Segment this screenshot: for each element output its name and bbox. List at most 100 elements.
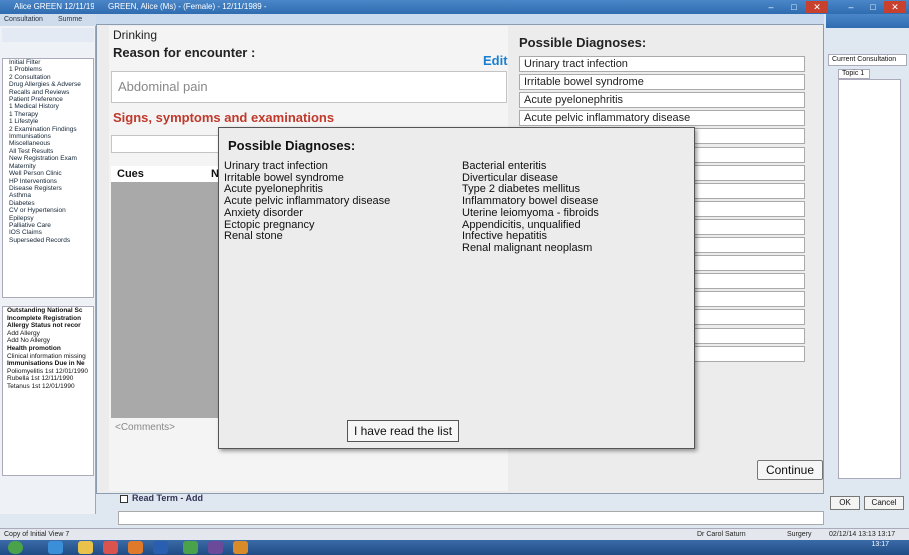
tree-item[interactable]: CV or Hypertension bbox=[3, 207, 93, 214]
alerts-panel: Outstanding National Sc Incomplete Regist… bbox=[2, 306, 94, 476]
tree-item[interactable]: Well Person Clinic bbox=[3, 170, 93, 177]
left-toolbar bbox=[2, 28, 94, 42]
media-icon[interactable] bbox=[103, 541, 118, 554]
current-consultation-tab[interactable]: Current Consultation bbox=[828, 54, 907, 66]
alert-item[interactable]: Add No Allergy bbox=[3, 337, 93, 345]
popup-diagnosis-item: Urinary tract infection bbox=[224, 160, 328, 172]
tree-item[interactable]: 1 Lifestyle bbox=[3, 118, 93, 125]
tree-item[interactable]: 1 Problems bbox=[3, 66, 93, 73]
close-icon[interactable]: ✕ bbox=[806, 1, 828, 13]
read-term-label[interactable]: Read Term - Add bbox=[132, 493, 203, 503]
tree-item[interactable]: IOS Claims bbox=[3, 229, 93, 236]
tree-item[interactable]: Diabetes bbox=[3, 200, 93, 207]
tree-item[interactable]: Recalls and Reviews bbox=[3, 89, 93, 96]
emis-icon[interactable] bbox=[208, 541, 223, 554]
tree-item[interactable]: 2 Examination Findings bbox=[3, 126, 93, 133]
word-icon[interactable] bbox=[153, 541, 168, 554]
alert-item[interactable]: Outstanding National Sc bbox=[3, 307, 93, 315]
patient-tab-title[interactable]: Alice GREEN 12/11/1989 bbox=[14, 2, 94, 11]
tree-item[interactable]: Miscellaneous bbox=[3, 140, 93, 147]
popup-diagnosis-item: Uterine leiomyoma - fibroids bbox=[462, 206, 599, 219]
reason-for-encounter-label: Reason for encounter : bbox=[113, 45, 256, 60]
popup-diagnoses-column-2: Bacterial enteritis Diverticular disease T… bbox=[462, 160, 599, 255]
add-term-icon[interactable] bbox=[120, 495, 128, 503]
possible-diagnoses-popup: Possible Diagnoses: Urinary tract infect… bbox=[218, 127, 695, 449]
tree-item[interactable]: Disease Registers bbox=[3, 185, 93, 192]
possible-diagnoses-title: Possible Diagnoses: bbox=[519, 35, 647, 50]
comments-field[interactable]: <Comments> bbox=[115, 422, 175, 433]
maximize-icon[interactable]: □ bbox=[783, 1, 805, 13]
popup-diagnosis-item: Anxiety disorder bbox=[224, 206, 303, 219]
app-icon[interactable] bbox=[128, 541, 143, 554]
tab-summary[interactable]: Summe bbox=[58, 16, 82, 23]
alert-item[interactable]: Clinical information missing bbox=[3, 353, 93, 361]
topic-tab[interactable]: Topic 1 bbox=[838, 69, 870, 79]
app-restore-icon[interactable]: □ bbox=[862, 1, 884, 13]
taskbar: 13:17 bbox=[0, 540, 909, 555]
alert-item[interactable]: Immunisations Due in Ne bbox=[3, 360, 93, 368]
left-tabs: Consultation Summe bbox=[0, 14, 96, 26]
tree-item[interactable]: Asthma bbox=[3, 192, 93, 199]
app-minimize-icon[interactable]: – bbox=[840, 1, 862, 13]
left-navigation-panel: Consultation Summe Initial Filter 1 Probl… bbox=[0, 14, 96, 514]
app-close-icon[interactable]: ✕ bbox=[884, 1, 906, 13]
popup-title: Possible Diagnoses: bbox=[228, 138, 356, 153]
alert-item[interactable]: Poliomyelitis 1st 12/01/1990 bbox=[3, 368, 93, 376]
taskbar-clock: 13:17 bbox=[871, 541, 889, 548]
right-panel-title-bar bbox=[826, 14, 909, 28]
alert-item[interactable]: Tetanus 1st 12/01/1990 bbox=[3, 383, 93, 391]
alert-item[interactable]: Rubella 1st 12/11/1990 bbox=[3, 375, 93, 383]
folder-icon[interactable] bbox=[78, 541, 93, 554]
alert-item[interactable]: Health promotion bbox=[3, 345, 93, 353]
tree-item[interactable]: Drug Allergies & Adverse bbox=[3, 81, 93, 88]
tree-item[interactable]: HP Interventions bbox=[3, 178, 93, 185]
continue-button[interactable]: Continue bbox=[757, 460, 823, 480]
tree-item[interactable]: New Registration Exam bbox=[3, 155, 93, 162]
tree-item[interactable]: Maternity bbox=[3, 163, 93, 170]
window-title-bar: Alice GREEN 12/11/1989 GREEN, Alice (Ms)… bbox=[0, 0, 909, 14]
popup-diagnoses-column-1: Urinary tract infection Irritable bowel s… bbox=[224, 160, 390, 243]
signs-symptoms-label: Signs, symptoms and examinations bbox=[113, 110, 335, 125]
tree-item[interactable]: Initial Filter bbox=[3, 59, 93, 66]
tree-item[interactable]: Immunisations bbox=[3, 133, 93, 140]
browser-icon[interactable] bbox=[48, 541, 63, 554]
status-left: Copy of Initial View 7 bbox=[4, 531, 70, 538]
read-list-button[interactable]: I have read the list bbox=[347, 420, 459, 442]
reason-value: Abdominal pain bbox=[118, 79, 208, 94]
diagnosis-list-item[interactable]: Irritable bowel syndrome bbox=[519, 74, 805, 91]
drinking-label: Drinking bbox=[113, 28, 158, 42]
alert-item[interactable]: Incomplete Registration bbox=[3, 315, 93, 323]
alert-item[interactable]: Add Allergy bbox=[3, 330, 93, 338]
edit-link[interactable]: Edit bbox=[483, 53, 508, 68]
topic-pane bbox=[838, 79, 901, 479]
vision-icon[interactable] bbox=[183, 541, 198, 554]
tree-item[interactable]: Palliative Care bbox=[3, 222, 93, 229]
tree-item[interactable]: Patient Preference bbox=[3, 96, 93, 103]
status-user: Dr Carol Saturn bbox=[697, 531, 746, 538]
popup-diagnosis-item: Renal malignant neoplasm bbox=[462, 241, 593, 254]
reason-input[interactable]: Abdominal pain bbox=[111, 71, 507, 103]
read-term-input[interactable] bbox=[118, 511, 824, 525]
diagnosis-list-item[interactable]: Acute pyelonephritis bbox=[519, 92, 805, 109]
patient-window-title: GREEN, Alice (Ms) - (Female) - 12/11/198… bbox=[108, 2, 268, 11]
record-tree: Initial Filter 1 Problems 2 Consultation Dr… bbox=[2, 58, 94, 298]
minimize-icon[interactable]: – bbox=[760, 1, 782, 13]
cancel-button[interactable]: Cancel bbox=[864, 496, 904, 510]
paint-icon[interactable] bbox=[233, 541, 248, 554]
alert-item[interactable]: Allergy Status not recor bbox=[3, 322, 93, 330]
diagnosis-list-item[interactable]: Urinary tract infection bbox=[519, 56, 805, 72]
tree-item[interactable]: 1 Medical History bbox=[3, 103, 93, 110]
tree-item[interactable]: All Test Results bbox=[3, 148, 93, 155]
status-bar: Copy of Initial View 7 Dr Carol Saturn S… bbox=[0, 528, 909, 540]
consultation-title-bar bbox=[96, 14, 824, 24]
tree-item[interactable]: 2 Consultation bbox=[3, 74, 93, 81]
ok-button[interactable]: OK bbox=[830, 496, 860, 510]
status-location: Surgery bbox=[787, 531, 812, 538]
diagnosis-list-item[interactable]: Acute pelvic inflammatory disease bbox=[519, 110, 805, 127]
tree-item[interactable]: 1 Therapy bbox=[3, 111, 93, 118]
status-datetime: 02/12/14 13:13 13:17 bbox=[829, 531, 896, 538]
tree-item[interactable]: Epilepsy bbox=[3, 215, 93, 222]
tree-item[interactable]: Superseded Records bbox=[3, 237, 93, 244]
start-icon[interactable] bbox=[8, 541, 23, 554]
tab-consultation[interactable]: Consultation bbox=[4, 16, 43, 23]
